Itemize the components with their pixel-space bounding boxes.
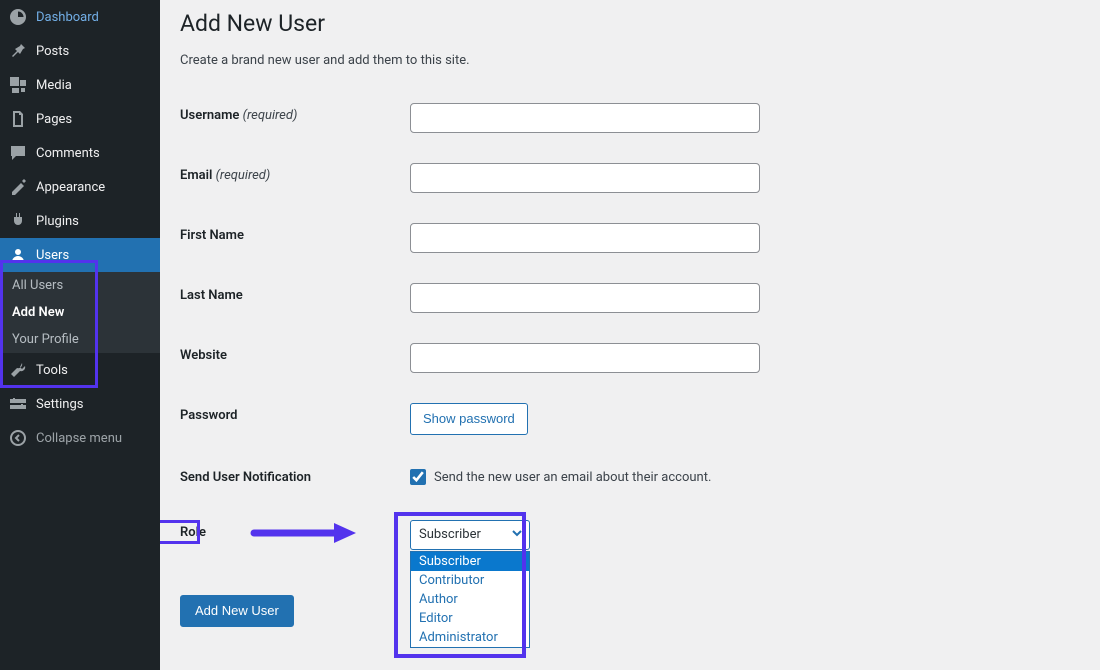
plugins-icon bbox=[8, 211, 28, 231]
main-content: Add New User Create a brand new user and… bbox=[160, 0, 1100, 670]
username-input[interactable] bbox=[410, 103, 760, 133]
role-select[interactable]: Subscriber bbox=[410, 520, 530, 550]
sidebar-item-tools[interactable]: Tools bbox=[0, 353, 160, 387]
sidebar-item-appearance[interactable]: Appearance bbox=[0, 170, 160, 204]
sidebar-collapse-label: Collapse menu bbox=[36, 431, 122, 446]
sidebar-item-comments[interactable]: Comments bbox=[0, 136, 160, 170]
sidebar-item-posts[interactable]: Posts bbox=[0, 34, 160, 68]
website-label: Website bbox=[180, 328, 400, 388]
sidebar-item-label: Media bbox=[36, 78, 72, 93]
chevron-down-icon bbox=[511, 527, 523, 543]
collapse-icon bbox=[8, 428, 28, 448]
sidebar-item-label: Tools bbox=[36, 363, 68, 378]
role-selected-value: Subscriber bbox=[419, 527, 481, 542]
role-select-wrapper: Subscriber Subscriber Contributor Author… bbox=[410, 520, 530, 550]
user-form: Username (required) Email (required) Fir… bbox=[180, 88, 1080, 565]
add-new-user-button[interactable]: Add New User bbox=[180, 595, 294, 627]
role-option-editor[interactable]: Editor bbox=[411, 609, 529, 628]
media-icon bbox=[8, 75, 28, 95]
sidebar-item-label: Pages bbox=[36, 112, 72, 127]
show-password-button[interactable]: Show password bbox=[410, 403, 528, 435]
notification-checkbox-label: Send the new user an email about their a… bbox=[434, 470, 711, 485]
notification-label: Send User Notification bbox=[180, 450, 400, 505]
sidebar-collapse[interactable]: Collapse menu bbox=[0, 421, 160, 455]
submenu-add-new[interactable]: Add New bbox=[0, 299, 160, 326]
annotation-arrow bbox=[250, 521, 360, 549]
sidebar-item-label: Settings bbox=[36, 397, 83, 412]
role-dropdown: Subscriber Contributor Author Editor Adm… bbox=[410, 551, 530, 648]
users-submenu: All Users Add New Your Profile bbox=[0, 272, 160, 353]
users-icon bbox=[8, 245, 28, 265]
role-option-author[interactable]: Author bbox=[411, 590, 529, 609]
page-subtitle: Create a brand new user and add them to … bbox=[180, 53, 1080, 68]
website-input[interactable] bbox=[410, 343, 760, 373]
appearance-icon bbox=[8, 177, 28, 197]
password-label: Password bbox=[180, 388, 400, 450]
settings-icon bbox=[8, 394, 28, 414]
username-label: Username (required) bbox=[180, 88, 400, 148]
role-option-administrator[interactable]: Administrator bbox=[411, 628, 529, 647]
page-title: Add New User bbox=[180, 0, 1080, 43]
sidebar-item-label: Users bbox=[36, 248, 69, 263]
sidebar-item-pages[interactable]: Pages bbox=[0, 102, 160, 136]
sidebar-item-label: Plugins bbox=[36, 214, 79, 229]
admin-sidebar: Dashboard Posts Media Pages Comments App… bbox=[0, 0, 160, 670]
pin-icon bbox=[8, 41, 28, 61]
first-name-input[interactable] bbox=[410, 223, 760, 253]
pages-icon bbox=[8, 109, 28, 129]
last-name-label: Last Name bbox=[180, 268, 400, 328]
sidebar-item-label: Dashboard bbox=[36, 10, 99, 25]
first-name-label: First Name bbox=[180, 208, 400, 268]
last-name-input[interactable] bbox=[410, 283, 760, 313]
notification-checkbox[interactable] bbox=[410, 469, 426, 485]
email-input[interactable] bbox=[410, 163, 760, 193]
tools-icon bbox=[8, 360, 28, 380]
sidebar-item-settings[interactable]: Settings bbox=[0, 387, 160, 421]
email-label: Email (required) bbox=[180, 148, 400, 208]
role-option-contributor[interactable]: Contributor bbox=[411, 571, 529, 590]
submenu-all-users[interactable]: All Users bbox=[0, 272, 160, 299]
submenu-your-profile[interactable]: Your Profile bbox=[0, 326, 160, 353]
sidebar-item-label: Appearance bbox=[36, 180, 105, 195]
dashboard-icon bbox=[8, 7, 28, 27]
sidebar-item-users[interactable]: Users bbox=[0, 238, 160, 272]
sidebar-item-media[interactable]: Media bbox=[0, 68, 160, 102]
sidebar-item-dashboard[interactable]: Dashboard bbox=[0, 0, 160, 34]
sidebar-item-label: Comments bbox=[36, 146, 100, 161]
role-option-subscriber[interactable]: Subscriber bbox=[411, 552, 529, 571]
comments-icon bbox=[8, 143, 28, 163]
sidebar-item-label: Posts bbox=[36, 44, 69, 59]
sidebar-item-plugins[interactable]: Plugins bbox=[0, 204, 160, 238]
